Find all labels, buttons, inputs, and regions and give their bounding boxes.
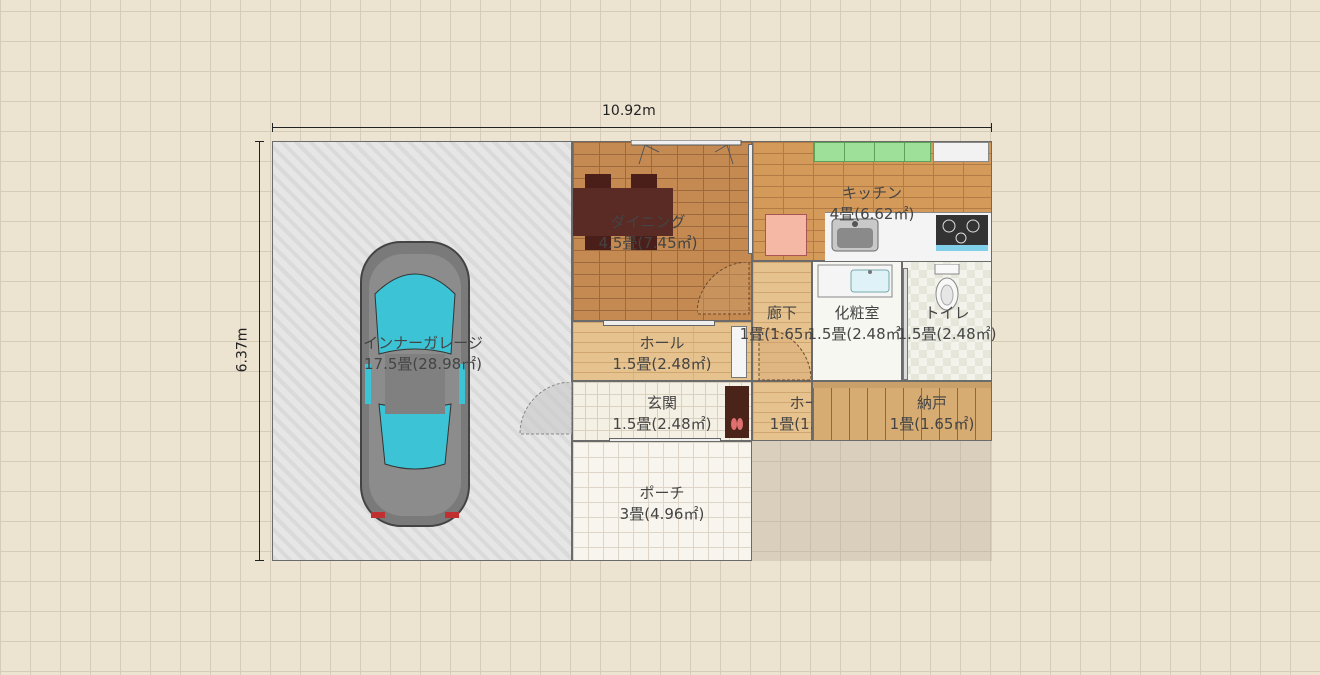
porch-name: ポーチ: [639, 484, 685, 502]
exterior-shade: [752, 441, 992, 561]
stairs-landing: [813, 382, 991, 388]
height-dimension-tick-top: [255, 141, 264, 142]
storage-area: 1畳(1.65㎡): [889, 415, 975, 433]
kitchen-box: [765, 214, 807, 256]
toilet-name: トイレ: [924, 304, 970, 322]
dining-area: 4.5畳(7.45㎡): [598, 234, 698, 252]
width-dimension-tick-right: [991, 123, 992, 132]
powder-room-area: 1.5畳(2.48㎡): [807, 325, 907, 343]
hall-upper-area: 1.5畳(2.48㎡): [612, 355, 712, 373]
kitchen-cabinets: [813, 142, 931, 162]
corridor-name: 廊下: [766, 304, 798, 322]
dining-name: ダイニング: [610, 213, 686, 231]
entrance-name: 玄関: [646, 394, 678, 412]
entrance-area: 1.5畳(2.48㎡): [612, 415, 712, 433]
height-dimension-line: [259, 141, 260, 561]
door-swing-icon: [519, 382, 572, 435]
washbasin-icon: [817, 264, 893, 298]
stove-icon: [936, 215, 988, 251]
hall-door-rail: [603, 320, 715, 326]
kitchen-name: キッチン: [841, 184, 903, 202]
kitchen-appliance: [933, 142, 989, 162]
shoes-icon: [731, 418, 743, 430]
garage-area: 17.5畳(28.98㎡): [363, 355, 483, 373]
window-icon: [631, 140, 742, 165]
door-swing-icon: [697, 262, 750, 315]
kitchen-area: 4畳(6.62㎡): [829, 205, 915, 223]
width-dimension-line: [272, 127, 992, 128]
height-dimension-tick-bottom: [255, 560, 264, 561]
hall-upper-name: ホール: [639, 334, 685, 352]
toilet-area: 1.5畳(2.48㎡): [897, 325, 997, 343]
width-dimension-label: 10.92m: [602, 103, 656, 119]
storage-name: 納戸: [916, 394, 948, 412]
height-dimension-label: 6.37m: [234, 327, 251, 373]
powder-room-name: 化粧室: [834, 304, 880, 322]
garage-name: インナーガレージ: [363, 334, 483, 352]
porch-area: 3畳(4.96㎡): [619, 505, 705, 523]
width-dimension-tick-left: [272, 123, 273, 132]
car-icon: [360, 241, 470, 527]
